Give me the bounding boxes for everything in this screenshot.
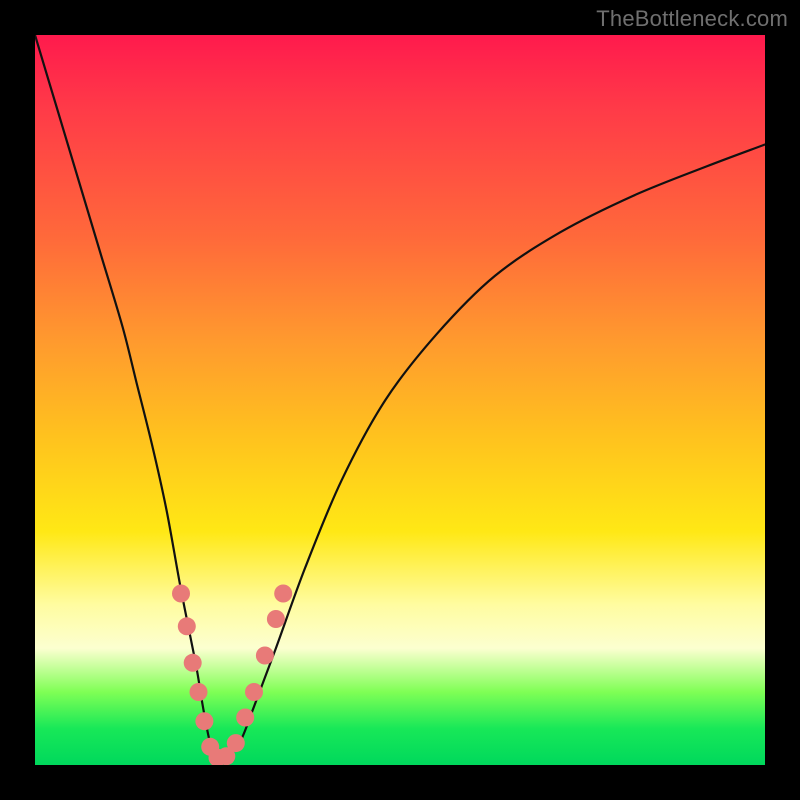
marker-dot (256, 647, 274, 665)
marker-dot (172, 585, 190, 603)
marker-dot (267, 610, 285, 628)
marker-dot (195, 712, 213, 730)
marker-dot (190, 683, 208, 701)
plot-area (35, 35, 765, 765)
marker-dot (274, 585, 292, 603)
highlighted-points (172, 585, 292, 766)
marker-dot (227, 734, 245, 752)
watermark-text: TheBottleneck.com (596, 6, 788, 32)
marker-dot (236, 709, 254, 727)
bottleneck-curve (35, 35, 765, 760)
marker-dot (184, 654, 202, 672)
marker-dot (245, 683, 263, 701)
curve-layer (35, 35, 765, 765)
marker-dot (178, 617, 196, 635)
chart-frame: TheBottleneck.com (0, 0, 800, 800)
